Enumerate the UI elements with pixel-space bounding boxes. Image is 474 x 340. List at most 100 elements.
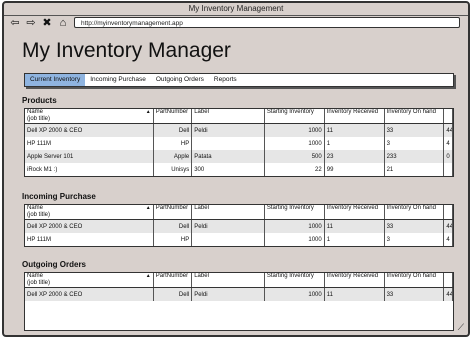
col-label-header[interactable]: Label — [191, 205, 265, 220]
cell-extra: 4 — [443, 137, 453, 150]
cell-name: HP 111M — [25, 233, 154, 246]
cell-part: Dell — [153, 123, 193, 137]
cell-extra: 4 — [443, 233, 453, 246]
cell-hand: 33 — [384, 123, 445, 137]
cell-start: 1000 — [264, 123, 325, 137]
cell-recv: 1 — [324, 137, 385, 150]
col-part-header[interactable]: PartNumber — [153, 273, 193, 288]
cell-start: 500 — [264, 150, 325, 163]
col-recv-header[interactable]: Inventory Received — [324, 109, 385, 124]
sort-up-icon[interactable]: ▲ — [146, 273, 151, 280]
col-extra-header — [443, 109, 453, 124]
col-recv-header[interactable]: Inventory Received — [324, 273, 385, 288]
col-start-header[interactable]: Starting Inventory — [264, 205, 325, 220]
cell-part: HP — [153, 137, 193, 150]
table-row[interactable]: iRock M1 :) Unisys 300 22 99 21 — [25, 163, 453, 176]
cell-extra: 44 — [443, 123, 453, 137]
cell-recv: 11 — [324, 123, 385, 137]
cell-recv: 1 — [324, 233, 385, 246]
cell-start: 1000 — [264, 219, 325, 233]
cell-hand: 3 — [384, 137, 445, 150]
window-title: My Inventory Management — [4, 3, 468, 16]
col-part-header[interactable]: PartNumber — [153, 205, 193, 220]
url-input[interactable]: http://myinventorymanagement.app — [74, 17, 460, 28]
table-header: Name ▲ (job title) PartNumber Label Starting … — [25, 109, 453, 124]
sort-up-icon[interactable]: ▲ — [146, 205, 151, 212]
cell-hand: 233 — [384, 150, 445, 163]
cell-extra: 44 — [443, 219, 453, 233]
tab-incoming-purchase[interactable]: Incoming Purchase — [85, 74, 151, 86]
cell-label: Peldi — [191, 219, 265, 233]
cell-start: 1000 — [264, 287, 325, 301]
cell-label — [191, 137, 265, 150]
cell-start: 22 — [264, 163, 325, 176]
browser-window: My Inventory Management ⇦ ⇨ ✖ ⌂ http://m… — [2, 1, 470, 337]
cell-hand: 3 — [384, 233, 445, 246]
col-recv-header[interactable]: Inventory Received — [324, 205, 385, 220]
col-name-header[interactable]: Name ▲ (job title) — [25, 205, 154, 220]
cell-label: Peldi — [191, 287, 265, 301]
cell-part: Apple — [153, 150, 193, 163]
cell-part: Dell — [153, 287, 193, 301]
table-row[interactable]: HP 111M HP 1000 1 3 4 — [25, 137, 453, 150]
cell-extra: 44 — [443, 287, 453, 301]
cell-name: iRock M1 :) — [25, 163, 154, 176]
cell-hand: 33 — [384, 287, 445, 301]
forward-icon[interactable]: ⇨ — [24, 16, 38, 30]
sort-up-icon[interactable]: ▲ — [146, 109, 151, 116]
cell-hand: 21 — [384, 163, 445, 176]
table-header: Name ▲ (job title) PartNumber Label Starting … — [25, 273, 453, 288]
tab-reports[interactable]: Reports — [209, 74, 242, 86]
tab-outgoing-orders[interactable]: Outgoing Orders — [151, 74, 209, 86]
nav-bar: ⇦ ⇨ ✖ ⌂ http://myinventorymanagement.app — [4, 16, 468, 30]
table-row[interactable]: HP 111M HP 1000 1 3 4 — [25, 233, 453, 246]
outgoing-table: Name ▲ (job title) PartNumber Label Starting … — [24, 272, 454, 331]
cell-name: Apple Server 101 — [25, 150, 154, 163]
home-icon[interactable]: ⌂ — [56, 16, 70, 30]
table-row[interactable]: Dell XP 2000 & CEO Dell Peldi 1000 11 33 44 — [25, 287, 453, 301]
page-content: My Inventory Manager Current Inventory I… — [8, 33, 464, 331]
cell-name: HP 111M — [25, 137, 154, 150]
table-header: Name ▲ (job title) PartNumber Label Starting … — [25, 205, 453, 220]
cell-recv: 11 — [324, 287, 385, 301]
col-name-header[interactable]: Name ▲ (job title) — [25, 273, 154, 288]
col-hand-header[interactable]: Inventory On hand — [384, 205, 445, 220]
table-row[interactable]: Dell XP 2000 & CEO Dell Peldi 1000 11 33 44 — [25, 123, 453, 137]
cell-hand: 33 — [384, 219, 445, 233]
cell-part: Dell — [153, 219, 193, 233]
col-part-header[interactable]: PartNumber — [153, 109, 193, 124]
cell-recv: 99 — [324, 163, 385, 176]
col-start-header[interactable]: Starting Inventory — [264, 109, 325, 124]
col-start-header[interactable]: Starting Inventory — [264, 273, 325, 288]
tab-bar: Current Inventory Incoming Purchase Outg… — [24, 73, 454, 87]
cell-name: Dell XP 2000 & CEO — [25, 123, 154, 137]
col-label-header[interactable]: Label — [191, 109, 265, 124]
cell-part: Unisys — [153, 163, 193, 176]
cell-start: 1000 — [264, 137, 325, 150]
cell-label — [191, 233, 265, 246]
col-label-header[interactable]: Label — [191, 273, 265, 288]
page-title: My Inventory Manager — [22, 39, 231, 62]
tab-current-inventory[interactable]: Current Inventory — [25, 74, 86, 86]
back-icon[interactable]: ⇦ — [8, 16, 22, 30]
col-hand-header[interactable]: Inventory On hand — [384, 273, 445, 288]
cell-label: Patata — [191, 150, 265, 163]
cell-extra: 0 — [443, 150, 453, 163]
cell-recv: 11 — [324, 219, 385, 233]
table-row[interactable]: Apple Server 101 Apple Patata 500 23 233 0 — [25, 150, 453, 163]
outgoing-title: Outgoing Orders — [22, 260, 86, 269]
cell-name: Dell XP 2000 & CEO — [25, 219, 154, 233]
products-title: Products — [22, 96, 57, 105]
cell-part: HP — [153, 233, 193, 246]
col-hand-header[interactable]: Inventory On hand — [384, 109, 445, 124]
cell-recv: 23 — [324, 150, 385, 163]
col-name-header[interactable]: Name ▲ (job title) — [25, 109, 154, 124]
resize-handle-icon[interactable]: ⟋ — [458, 322, 464, 333]
table-row[interactable]: Dell XP 2000 & CEO Dell Peldi 1000 11 33 44 — [25, 219, 453, 233]
col-extra-header — [443, 205, 453, 220]
stop-icon[interactable]: ✖ — [40, 16, 54, 30]
cell-label: 300 — [191, 163, 265, 176]
incoming-table: Name ▲ (job title) PartNumber Label Starting … — [24, 204, 454, 247]
incoming-title: Incoming Purchase — [22, 192, 96, 201]
col-extra-header — [443, 273, 453, 288]
